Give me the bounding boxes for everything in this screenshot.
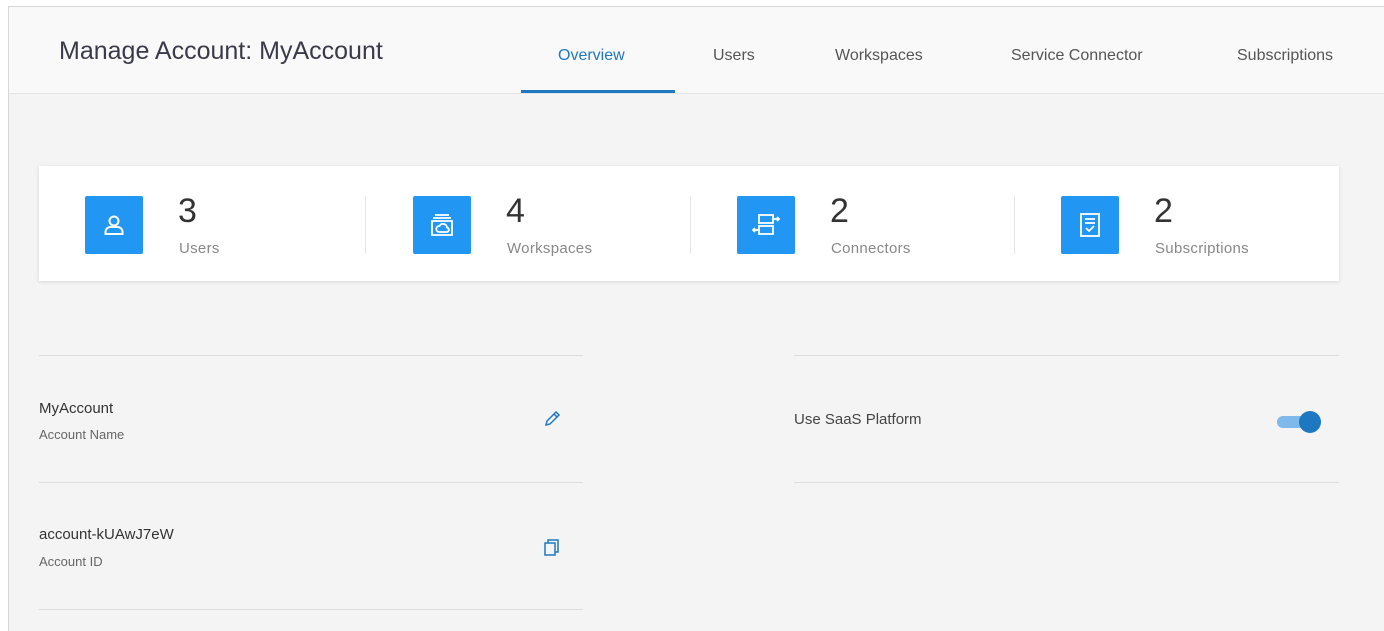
copy-icon[interactable] — [541, 537, 561, 557]
divider — [794, 482, 1339, 483]
edit-pencil-icon[interactable] — [542, 409, 562, 429]
stats-summary-card: 3 Users 4 Workspaces 2 Connectors 2 Subs… — [39, 166, 1339, 281]
manage-account-page: Manage Account: MyAccount Overview Users… — [8, 6, 1384, 631]
subscription-icon — [1061, 196, 1119, 254]
saas-platform-toggle[interactable] — [1277, 409, 1321, 435]
tab-workspaces[interactable]: Workspaces — [835, 47, 923, 65]
users-label: Users — [179, 240, 220, 257]
tab-overview[interactable]: Overview — [558, 47, 625, 65]
connectors-count: 2 — [830, 192, 849, 230]
stat-divider — [365, 196, 366, 254]
stat-divider — [690, 196, 691, 254]
page-title: Manage Account: MyAccount — [59, 37, 383, 65]
saas-platform-label: Use SaaS Platform — [794, 411, 922, 428]
tab-users[interactable]: Users — [713, 47, 755, 65]
account-id-label: Account ID — [39, 554, 103, 569]
subscriptions-label: Subscriptions — [1155, 240, 1249, 257]
account-name-value: MyAccount — [39, 400, 114, 417]
workspaces-label: Workspaces — [507, 240, 593, 257]
user-icon — [85, 196, 143, 254]
tab-subscriptions[interactable]: Subscriptions — [1237, 47, 1333, 65]
connector-icon — [737, 196, 795, 254]
page-header: Manage Account: MyAccount Overview Users… — [9, 7, 1384, 94]
stat-divider — [1014, 196, 1015, 254]
divider — [39, 355, 583, 356]
users-count: 3 — [178, 192, 197, 230]
tab-service-connector[interactable]: Service Connector — [1011, 47, 1143, 65]
account-name-label: Account Name — [39, 427, 125, 442]
workspace-cloud-icon — [413, 196, 471, 254]
toggle-knob — [1299, 411, 1321, 433]
workspaces-count: 4 — [506, 192, 525, 230]
divider — [794, 355, 1339, 356]
subscriptions-count: 2 — [1154, 192, 1173, 230]
connectors-label: Connectors — [831, 240, 911, 257]
divider — [39, 482, 583, 483]
divider — [39, 609, 583, 610]
active-tab-indicator — [521, 90, 675, 93]
account-id-value: account-kUAwJ7eW — [39, 526, 174, 543]
